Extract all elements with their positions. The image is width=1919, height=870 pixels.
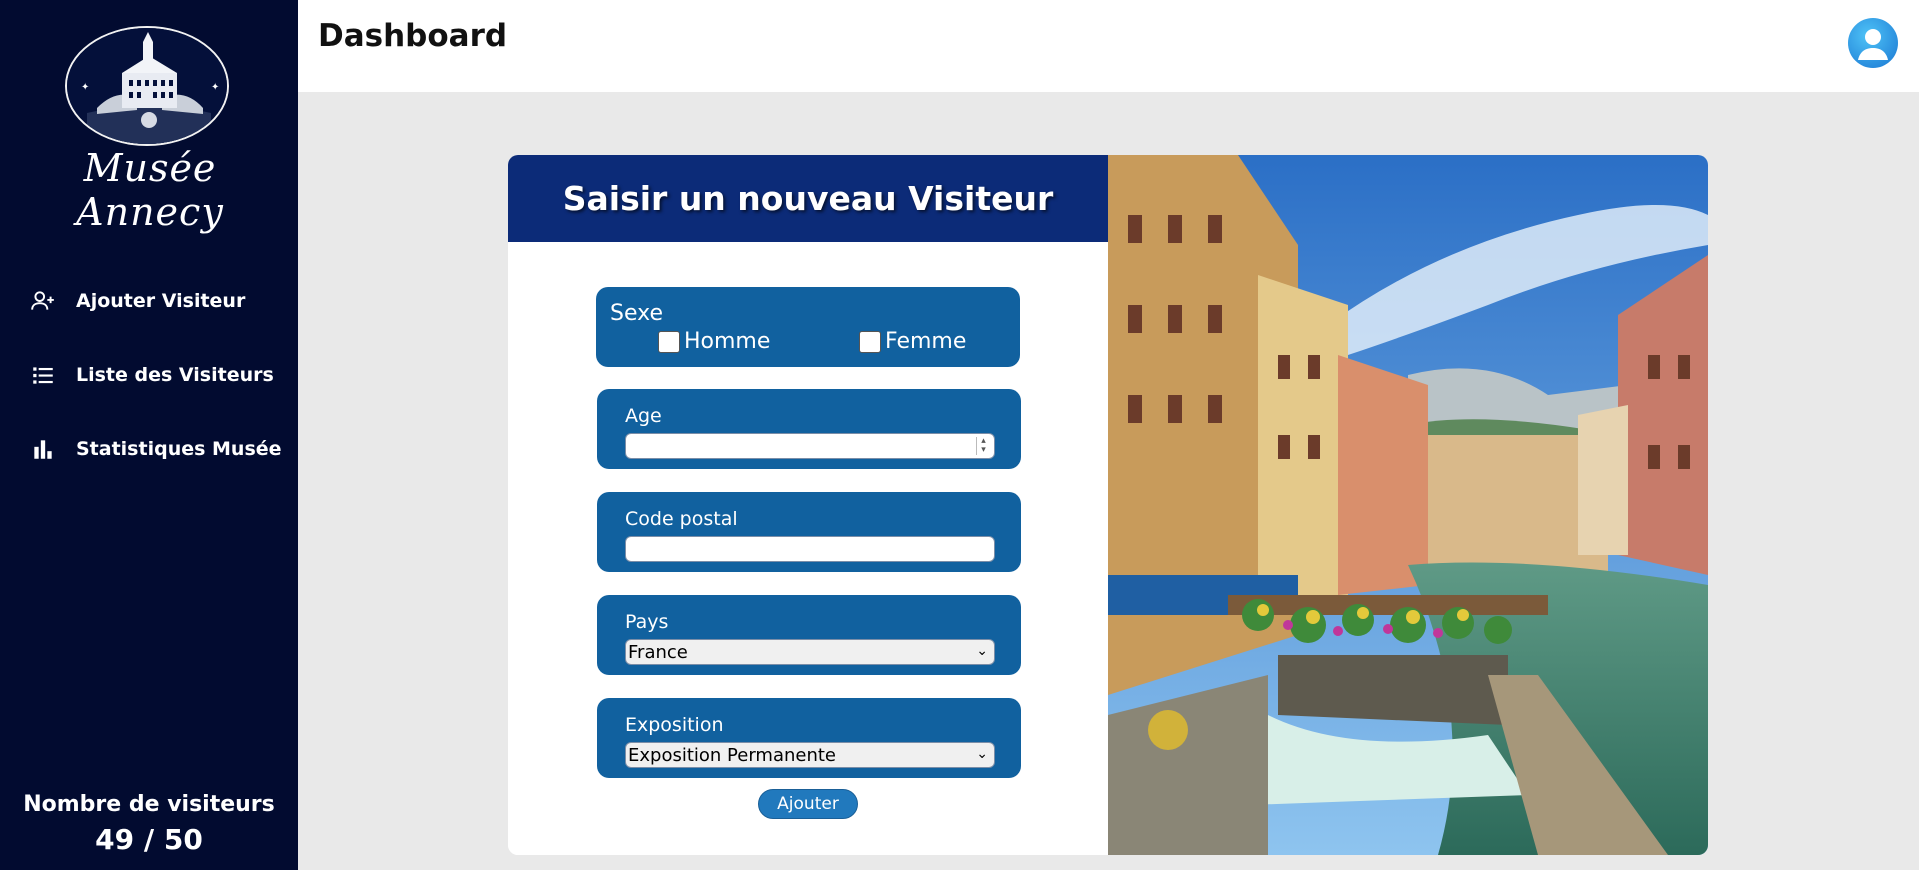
svg-text:✦: ✦	[81, 82, 89, 93]
femme-checkbox[interactable]	[859, 330, 881, 353]
code-postal-label: Code postal	[625, 508, 738, 530]
nav-item-ajouter-visiteur[interactable]: Ajouter Visiteur	[0, 264, 298, 338]
castle-emblem: ✦ ✦	[65, 26, 229, 146]
pays-selected: France	[628, 641, 688, 663]
nav-label: Ajouter Visiteur	[76, 290, 246, 312]
page-title: Dashboard	[318, 18, 508, 54]
visitor-count-value: 49 / 50	[95, 823, 203, 856]
chevron-down-icon: ⌄	[976, 746, 988, 762]
pays-field: Pays France ⌄	[597, 595, 1021, 675]
form-panel: Saisir un nouveau Visiteur Sexe Homme Fe…	[508, 155, 1108, 855]
nav-item-liste-visiteurs[interactable]: Liste des Visiteurs	[0, 338, 298, 412]
age-field: Age ▴ ▾	[597, 389, 1021, 469]
sexe-label: Sexe	[610, 301, 663, 326]
nav-label: Statistiques Musée	[76, 438, 282, 460]
ajouter-button[interactable]: Ajouter	[758, 789, 858, 819]
visitor-count-label: Nombre de visiteurs	[23, 792, 275, 817]
nav-item-statistiques[interactable]: Statistiques Musée	[0, 412, 298, 486]
sexe-field: Sexe Homme Femme	[596, 287, 1020, 367]
exposition-label: Exposition	[625, 714, 724, 736]
add-user-icon	[31, 291, 54, 310]
age-label: Age	[625, 405, 662, 427]
sidebar-nav: Ajouter Visiteur Liste des Visiteurs Sta…	[0, 264, 298, 486]
visitor-count: Nombre de visiteurs 49 / 50	[0, 792, 298, 856]
chevron-down-icon: ⌄	[976, 643, 988, 659]
top-header: Dashboard	[298, 0, 1919, 92]
user-avatar-icon[interactable]	[1848, 18, 1898, 68]
code-postal-field: Code postal	[597, 492, 1021, 572]
homme-option[interactable]: Homme	[658, 329, 770, 354]
pays-select[interactable]: France ⌄	[625, 639, 995, 665]
pays-label: Pays	[625, 611, 669, 633]
bar-chart-icon	[34, 440, 52, 459]
number-spinner-icon[interactable]: ▴ ▾	[976, 437, 990, 455]
annecy-canal-photo	[1108, 155, 1708, 855]
form-title: Saisir un nouveau Visiteur	[562, 179, 1054, 218]
homme-checkbox[interactable]	[658, 330, 680, 353]
femme-label: Femme	[885, 329, 967, 354]
museum-name: Musée Annecy	[76, 146, 224, 234]
nav-label: Liste des Visiteurs	[76, 364, 274, 386]
form-header: Saisir un nouveau Visiteur	[508, 155, 1108, 242]
exposition-field: Exposition Exposition Permanente ⌄	[597, 698, 1021, 778]
museum-logo: ✦ ✦ Musée Annecy	[40, 26, 260, 234]
list-icon	[33, 367, 53, 384]
femme-option[interactable]: Femme	[859, 329, 966, 354]
sidebar: ✦ ✦ Musée Annecy Ajouter Visiteur Liste …	[0, 0, 298, 870]
age-input[interactable]: ▴ ▾	[625, 433, 995, 459]
homme-label: Homme	[684, 329, 771, 354]
svg-text:✦: ✦	[211, 82, 219, 93]
code-postal-input[interactable]	[625, 536, 995, 562]
visitor-form-card: Saisir un nouveau Visiteur Sexe Homme Fe…	[508, 155, 1708, 855]
exposition-selected: Exposition Permanente	[628, 744, 837, 766]
exposition-select[interactable]: Exposition Permanente ⌄	[625, 742, 995, 768]
